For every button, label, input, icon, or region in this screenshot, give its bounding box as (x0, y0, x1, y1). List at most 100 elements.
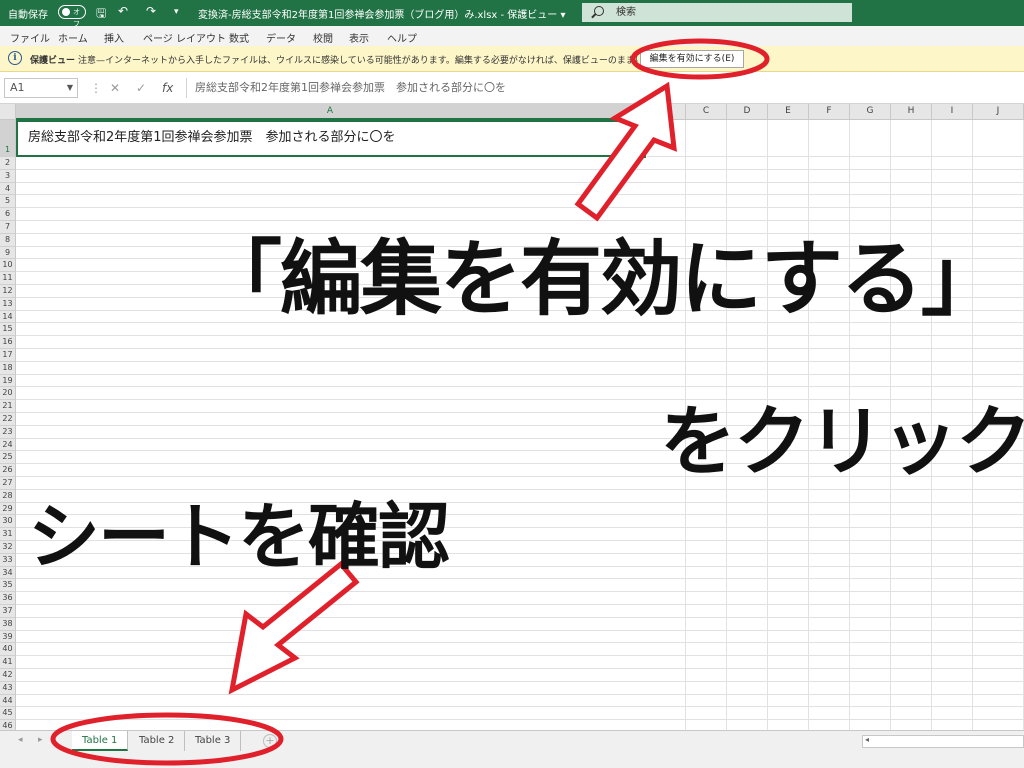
tab-home[interactable]: ホーム (58, 30, 88, 45)
tab-view[interactable]: 表示 (349, 30, 369, 45)
row-header-33[interactable]: 33 (0, 553, 16, 567)
row-header-45[interactable]: 45 (0, 707, 16, 721)
row-header-35[interactable]: 35 (0, 579, 16, 593)
tab-file[interactable]: ファイル (10, 30, 50, 45)
row-header-22[interactable]: 22 (0, 413, 16, 426)
sheet-tab-table-3[interactable]: Table 3 (185, 731, 242, 751)
tab-scroll-right-icon[interactable]: ▸ (38, 735, 43, 745)
row-header-4[interactable]: 4 (0, 182, 16, 196)
enter-icon[interactable]: ✓ (136, 81, 146, 95)
row-header-12[interactable]: 12 (0, 285, 16, 298)
row-header-21[interactable]: 21 (0, 400, 16, 413)
row-header-40[interactable]: 40 (0, 643, 16, 657)
row-header-18[interactable]: 18 (0, 361, 16, 375)
row-header-5[interactable]: 5 (0, 195, 16, 209)
column-header-a[interactable]: A (16, 104, 645, 120)
redo-icon[interactable]: ↷ (146, 4, 156, 18)
row-header-27[interactable]: 27 (0, 477, 16, 490)
column-header-g[interactable]: G (850, 104, 891, 120)
row-header-9[interactable]: 9 (0, 246, 16, 260)
row-header-26[interactable]: 26 (0, 464, 16, 477)
row-header-42[interactable]: 42 (0, 669, 16, 682)
more-options-icon[interactable]: ⋮ (90, 81, 102, 95)
name-box[interactable]: A1 ▼ (4, 78, 78, 98)
row-header-25[interactable]: 25 (0, 451, 16, 465)
gridline (16, 604, 1024, 605)
row-header-43[interactable]: 43 (0, 681, 16, 695)
tab-page-layout[interactable]: ページ レイアウト (143, 30, 226, 45)
row-header-37[interactable]: 37 (0, 605, 16, 618)
sheet-tab-table-1[interactable]: Table 1 (72, 731, 129, 751)
row-header-36[interactable]: 36 (0, 592, 16, 605)
row-header-32[interactable]: 32 (0, 541, 16, 554)
autosave-toggle[interactable]: オフ (58, 5, 86, 28)
column-header-e[interactable]: E (768, 104, 809, 120)
tab-formulas[interactable]: 数式 (229, 30, 249, 45)
column-header-j[interactable]: J (973, 104, 1024, 120)
horizontal-scrollbar[interactable]: ◂ (862, 735, 1024, 748)
row-header-10[interactable]: 10 (0, 259, 16, 273)
row-header-14[interactable]: 14 (0, 310, 16, 324)
gridline (16, 309, 1024, 311)
column-header-i[interactable]: I (932, 104, 973, 120)
row-header-29[interactable]: 29 (0, 502, 16, 516)
tab-data[interactable]: データ (266, 30, 296, 45)
row-header-31[interactable]: 31 (0, 528, 16, 541)
row-header-46[interactable]: 46 (0, 720, 16, 730)
row-header-34[interactable]: 34 (0, 566, 16, 580)
tab-help[interactable]: ヘルプ (387, 30, 417, 45)
row-header-7[interactable]: 7 (0, 221, 16, 234)
insert-function-icon[interactable]: fx (162, 81, 173, 95)
row-header-20[interactable]: 20 (0, 387, 16, 401)
cell-a1[interactable]: 房総支部令和2年度第1回参禅会参加票 参加される部分に〇を (16, 120, 645, 157)
row-header-23[interactable]: 23 (0, 425, 16, 439)
gridline (16, 296, 1024, 298)
worksheet-grid[interactable]: A B C D E F G H I J 1 2 3 4 5 6 7 8 9 10 11 12 13 14 15 16 17 18 19 2… (0, 104, 1024, 730)
column-header-b[interactable]: B (645, 104, 686, 120)
column-header-f[interactable]: F (809, 104, 850, 120)
search-input[interactable]: 検索 (582, 3, 852, 22)
row-header-19[interactable]: 19 (0, 374, 16, 388)
tab-review[interactable]: 校閲 (313, 30, 333, 45)
row-header-28[interactable]: 28 (0, 489, 16, 503)
chevron-down-icon[interactable]: ▼ (67, 79, 73, 97)
row-header-39[interactable]: 39 (0, 630, 16, 644)
sheet-tab-table-2[interactable]: Table 2 (129, 731, 186, 751)
toggle-knob-icon (62, 8, 70, 16)
protected-view-bar: i 保護ビュー 注意—インターネットから入手したファイルは、ウイルスに感染してい… (0, 46, 1024, 72)
save-icon[interactable]: 🖫 (96, 4, 106, 25)
select-all-button[interactable] (0, 104, 16, 120)
gridline (16, 552, 1024, 554)
row-header-1[interactable]: 1 (0, 120, 16, 157)
gridline (16, 488, 1024, 490)
row-header-38[interactable]: 38 (0, 617, 16, 631)
add-sheet-icon[interactable]: + (263, 734, 277, 748)
cancel-icon[interactable]: ✕ (110, 81, 120, 95)
row-header-6[interactable]: 6 (0, 208, 16, 221)
scroll-left-icon[interactable]: ◂ (865, 735, 869, 744)
row-header-17[interactable]: 17 (0, 349, 16, 362)
row-header-44[interactable]: 44 (0, 694, 16, 708)
column-header-d[interactable]: D (727, 104, 768, 120)
row-header-8[interactable]: 8 (0, 233, 16, 247)
row-header-41[interactable]: 41 (0, 656, 16, 669)
row-header-3[interactable]: 3 (0, 169, 16, 183)
row-header-24[interactable]: 24 (0, 438, 16, 452)
row-header-30[interactable]: 30 (0, 515, 16, 529)
column-header-h[interactable]: H (891, 104, 932, 120)
tab-insert[interactable]: 挿入 (104, 30, 124, 45)
row-header-16[interactable]: 16 (0, 336, 16, 349)
column-header-c[interactable]: C (686, 104, 727, 120)
fill-handle[interactable] (641, 153, 647, 159)
enable-editing-button[interactable]: 編集を有効にする(E) (640, 50, 744, 68)
row-header-11[interactable]: 11 (0, 272, 16, 285)
formula-input[interactable]: 房総支部令和2年度第1回参禅会参加票 参加される部分に〇を (186, 78, 1020, 98)
row-header-2[interactable]: 2 (0, 157, 16, 170)
undo-icon[interactable]: ↶ (118, 4, 128, 18)
gridline (16, 463, 1024, 465)
title-bar: 自動保存 オフ 🖫 ↶ ↷ ▾ 変換済-房総支部令和2年度第1回参禅会参加票（ブ… (0, 0, 1024, 28)
row-header-15[interactable]: 15 (0, 323, 16, 337)
tab-scroll-left-icon[interactable]: ◂ (18, 735, 23, 745)
customize-qat-icon[interactable]: ▾ (174, 7, 179, 17)
row-header-13[interactable]: 13 (0, 297, 16, 311)
